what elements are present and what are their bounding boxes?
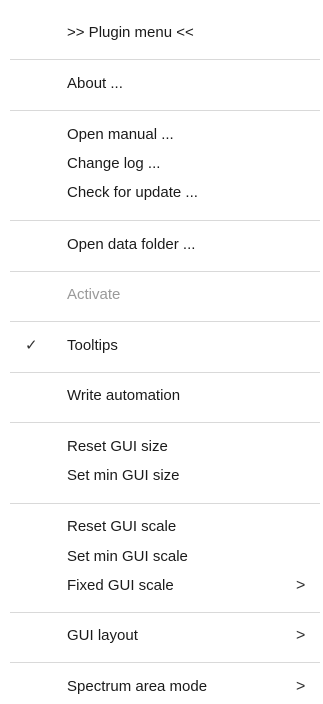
chevron-right-icon: > (296, 627, 306, 644)
menu-item-change-log-label: Change log ... (67, 155, 161, 172)
checkmark-icon: ✓ (25, 337, 38, 354)
menu-item-spectrum-area-mode-label: Spectrum area mode (67, 678, 208, 695)
menu-item-check-for-update[interactable]: Check for update ... (0, 178, 323, 208)
plugin-context-menu: >> Plugin menu << About ... Open manual … (0, 0, 323, 704)
menu-item-open-manual[interactable]: Open manual ... (0, 120, 323, 150)
menu-item-set-min-gui-scale[interactable]: Set min GUI scale (0, 542, 323, 572)
menu-item-tooltips[interactable]: ✓ Tooltips (0, 331, 323, 361)
menu-item-change-log[interactable]: Change log ... (0, 149, 323, 179)
menu-separator (10, 422, 320, 423)
menu-item-reset-gui-scale-label: Reset GUI scale (67, 518, 177, 535)
menu-item-open-data-folder[interactable]: Open data folder ... (0, 230, 323, 260)
menu-item-check-for-update-label: Check for update ... (67, 184, 198, 201)
menu-item-set-min-gui-size-label: Set min GUI size (67, 467, 180, 484)
menu-separator (10, 503, 320, 504)
menu-item-activate-label: Activate (67, 286, 121, 303)
menu-separator (10, 612, 320, 613)
chevron-right-icon: > (296, 577, 306, 594)
menu-item-set-min-gui-size[interactable]: Set min GUI size (0, 461, 323, 491)
menu-item-reset-gui-scale[interactable]: Reset GUI scale (0, 512, 323, 542)
menu-item-tooltips-label: Tooltips (67, 337, 118, 354)
menu-separator (10, 59, 320, 60)
menu-item-activate: Activate (0, 280, 323, 310)
menu-item-reset-gui-size[interactable]: Reset GUI size (0, 432, 323, 462)
menu-item-about-label: About ... (67, 75, 123, 92)
menu-separator (10, 662, 320, 663)
menu-item-gui-layout[interactable]: GUI layout > (0, 621, 323, 651)
menu-item-reset-gui-size-label: Reset GUI size (67, 438, 168, 455)
menu-separator (10, 110, 320, 111)
menu-separator (10, 321, 320, 322)
menu-separator (10, 220, 320, 221)
menu-item-about[interactable]: About ... (0, 69, 323, 99)
menu-item-write-automation[interactable]: Write automation (0, 381, 323, 411)
menu-separator (10, 372, 320, 373)
menu-header: >> Plugin menu << (0, 18, 323, 48)
menu-item-open-data-folder-label: Open data folder ... (67, 236, 196, 253)
menu-item-gui-layout-label: GUI layout (67, 627, 138, 644)
menu-item-fixed-gui-scale[interactable]: Fixed GUI scale > (0, 571, 323, 601)
menu-header-label: >> Plugin menu << (67, 24, 194, 41)
menu-item-spectrum-area-mode[interactable]: Spectrum area mode > (0, 672, 323, 702)
menu-item-open-manual-label: Open manual ... (67, 126, 174, 143)
menu-separator (10, 271, 320, 272)
menu-item-fixed-gui-scale-label: Fixed GUI scale (67, 577, 174, 594)
menu-item-set-min-gui-scale-label: Set min GUI scale (67, 548, 188, 565)
chevron-right-icon: > (296, 678, 306, 695)
menu-item-write-automation-label: Write automation (67, 387, 181, 404)
